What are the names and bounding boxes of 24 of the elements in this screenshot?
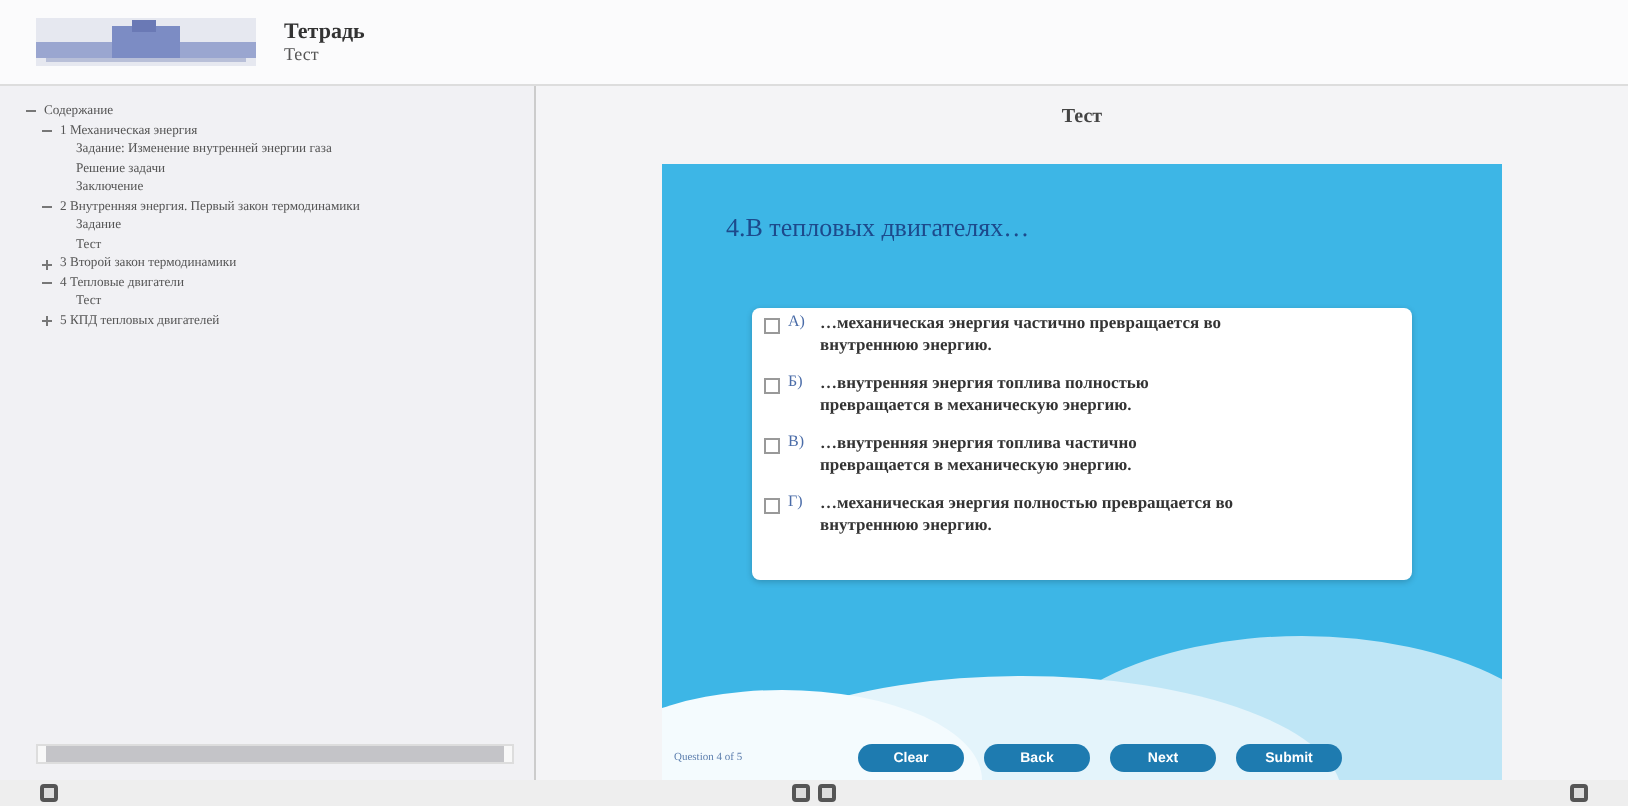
checkbox[interactable] [764, 438, 780, 455]
option-text[interactable]: …внутренняя энергия топлива частично превращается в механическую энергию. [820, 432, 1250, 477]
course-subtitle: Тест [284, 44, 321, 64]
content-title: Тест [1061, 104, 1103, 132]
expand-icon[interactable] [40, 257, 54, 272]
expand-icon[interactable] [40, 314, 54, 329]
option-text[interactable]: …механическая энергия полностью превращается во внутреннюю энергию. [820, 492, 1250, 537]
course-title: Тетрадь [284, 20, 365, 44]
square-icon[interactable] [1570, 784, 1588, 802]
square-icon[interactable] [792, 784, 810, 802]
option-letter: Г) [788, 492, 805, 511]
scrollbar[interactable] [36, 744, 514, 764]
checkbox[interactable] [764, 318, 780, 334]
option-letter: В) [788, 432, 806, 451]
checkbox[interactable] [764, 378, 780, 395]
option-letter: А) [788, 312, 807, 330]
square-icon[interactable] [40, 784, 58, 802]
option-text[interactable]: …механическая энергия частично превращается во внутреннюю энергию. [820, 312, 1250, 357]
option-text[interactable]: …внутренняя энергия топлива полностью превращается в механическую энергию. [820, 372, 1250, 417]
square-icon[interactable] [818, 784, 836, 802]
checkbox[interactable] [764, 498, 780, 515]
question-text: 4.В тепловых двигателях… [726, 212, 1030, 244]
option-letter: Б) [788, 372, 805, 391]
collapse-icon[interactable] [40, 200, 54, 214]
